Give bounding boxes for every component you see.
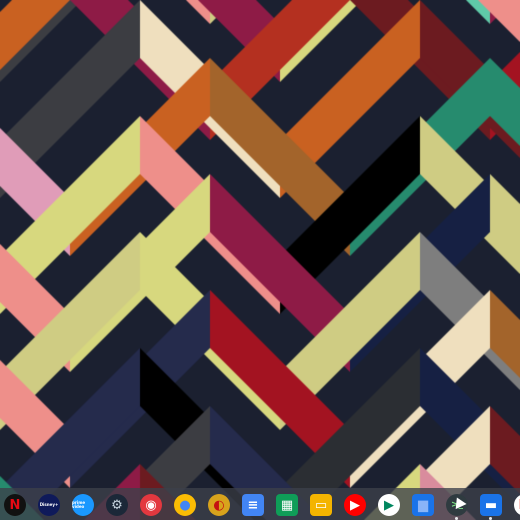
netflix-icon[interactable]: N: [4, 494, 26, 516]
desktop-wallpaper: [0, 0, 520, 520]
google-slides-icon[interactable]: ▭: [310, 494, 332, 516]
play-store-icon[interactable]: ▶: [378, 494, 400, 516]
disney-plus-icon[interactable]: Disney+: [38, 494, 60, 516]
files-icon[interactable]: ▆: [412, 494, 434, 516]
stadia-icon[interactable]: ◉: [140, 494, 162, 516]
google-docs-icon[interactable]: ≡: [242, 494, 264, 516]
steam-icon[interactable]: ⚙: [106, 494, 128, 516]
chrome-icon[interactable]: ●: [174, 494, 196, 516]
prime-video-icon[interactable]: prime video: [72, 494, 94, 516]
google-sheets-icon[interactable]: ▦: [276, 494, 298, 516]
youtube-icon[interactable]: ▶: [344, 494, 366, 516]
among-us-icon[interactable]: ◐: [208, 494, 230, 516]
messages-icon[interactable]: ▬: [480, 494, 502, 516]
